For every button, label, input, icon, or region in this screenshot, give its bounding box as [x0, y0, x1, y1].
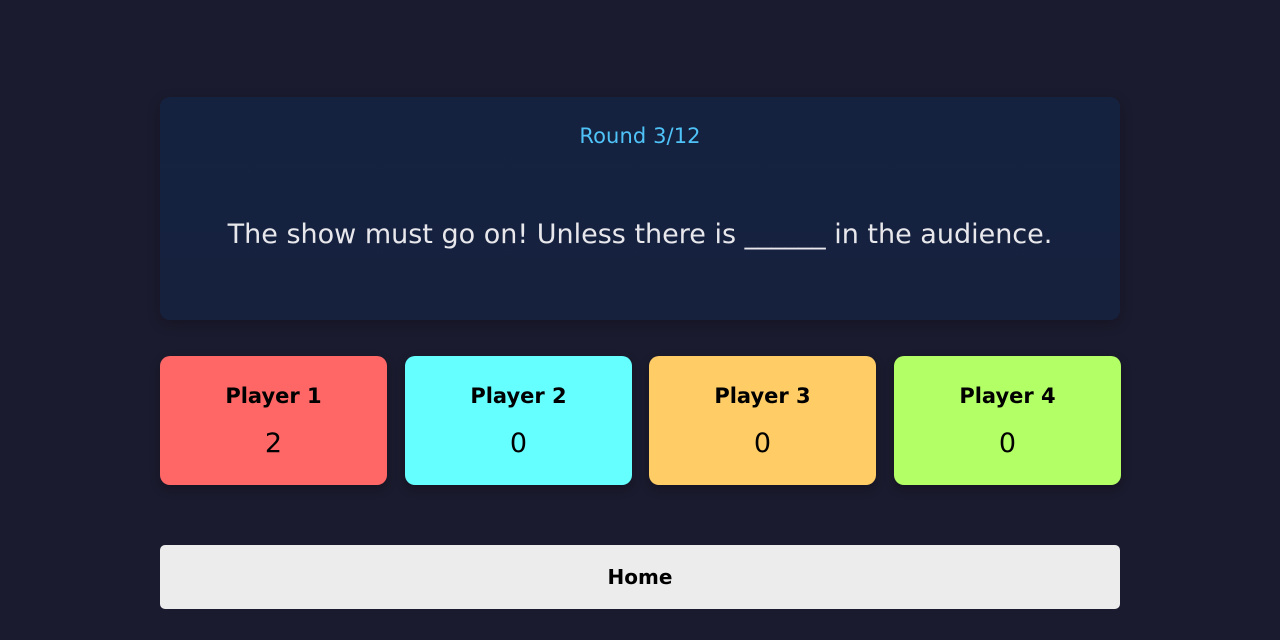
player-card-1: Player 1 2	[160, 356, 387, 485]
player-score: 0	[509, 428, 528, 459]
player-score: 0	[753, 428, 772, 459]
prompt-text: The show must go on! Unless there is ___…	[227, 219, 1053, 250]
player-card-2: Player 2 0	[405, 356, 632, 485]
player-name: Player 2	[470, 384, 567, 408]
home-button[interactable]: Home	[160, 545, 1120, 609]
player-score: 2	[264, 428, 283, 459]
player-name: Player 3	[714, 384, 811, 408]
round-indicator: Round 3/12	[579, 124, 701, 148]
player-name: Player 1	[225, 384, 322, 408]
player-score: 0	[998, 428, 1017, 459]
game-screen: { "round": { "label": "Round 3/12" }, "p…	[0, 0, 1280, 640]
player-name: Player 4	[959, 384, 1056, 408]
player-card-3: Player 3 0	[649, 356, 876, 485]
scoreboard: Player 1 2 Player 2 0 Player 3 0 Player …	[160, 356, 1121, 485]
prompt-card: Round 3/12 The show must go on! Unless t…	[160, 97, 1120, 320]
player-card-4: Player 4 0	[894, 356, 1121, 485]
